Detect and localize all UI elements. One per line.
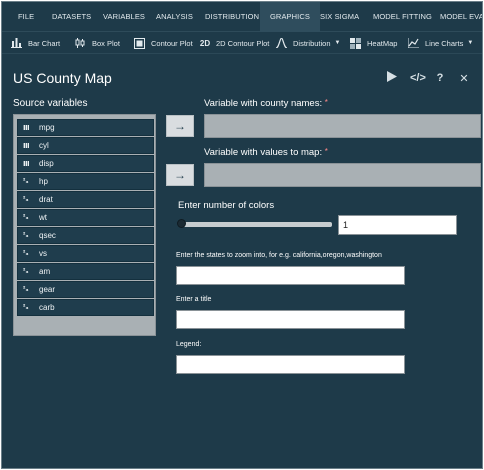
title-input[interactable] xyxy=(176,310,405,329)
bar-chart-label: Bar Chart xyxy=(28,38,61,48)
menu-datasets[interactable]: DATASETS xyxy=(52,2,91,32)
heatmap-label: HeatMap xyxy=(367,38,398,48)
distribution-label: Distribution xyxy=(293,38,331,48)
county-names-target-box[interactable] xyxy=(204,114,481,138)
contour-plot-icon xyxy=(133,37,145,49)
variable-item-gear[interactable]: ²₃ gear xyxy=(17,281,154,298)
menu-distribution[interactable]: DISTRIBUTION xyxy=(205,2,259,32)
2d-contour-plot-button[interactable]: 2D 2D Contour Plot xyxy=(198,32,270,54)
contour-plot-button[interactable]: Contour Plot xyxy=(133,32,193,54)
scale-icon: Ⅲ xyxy=(23,142,30,150)
move-to-values-button[interactable]: → xyxy=(166,164,194,186)
scale-icon: Ⅲ xyxy=(23,124,30,132)
heatmap-icon xyxy=(349,37,361,49)
contour-plot-label: Contour Plot xyxy=(151,38,193,48)
title-label: Enter a title xyxy=(176,296,212,303)
arrow-right-icon: → xyxy=(174,119,186,133)
2d-contour-plot-label: 2D Contour Plot xyxy=(216,38,270,48)
num-colors-label: Enter number of colors xyxy=(178,200,275,211)
num-colors-slider[interactable] xyxy=(179,222,332,227)
line-charts-label: Line Charts xyxy=(425,38,464,48)
menu-graphics[interactable]: GRAPHICS xyxy=(260,2,320,32)
dialog-title: US County Map xyxy=(13,70,112,86)
county-names-label: Variable with county names: * xyxy=(204,98,328,109)
2d-icon: 2D xyxy=(199,38,211,48)
required-marker: * xyxy=(324,98,328,107)
numeric-icon: ²₃ xyxy=(23,286,29,293)
numeric-icon: ²₃ xyxy=(23,178,29,185)
variable-item-wt[interactable]: ²₃ wt xyxy=(17,209,154,226)
line-chart-icon xyxy=(407,37,419,49)
variable-item-am[interactable]: ²₃ am xyxy=(17,263,154,280)
variable-item-qsec[interactable]: ²₃ qsec xyxy=(17,227,154,244)
menu-model-fitting[interactable]: MODEL FITTING xyxy=(373,2,432,32)
variable-item-mpg[interactable]: Ⅲmpg xyxy=(17,119,154,136)
distribution-menu-button[interactable]: Distribution ▼ xyxy=(275,32,340,54)
variable-item-carb[interactable]: ²₃ carb xyxy=(17,299,154,316)
distribution-curve-icon xyxy=(275,37,287,49)
numeric-icon: ²₃ xyxy=(23,250,29,257)
values-to-map-label: Variable with values to map: * xyxy=(204,147,328,158)
box-plot-label: Box Plot xyxy=(92,38,120,48)
menu-model-evaluation[interactable]: MODEL EVALU xyxy=(440,2,482,32)
source-variables-label: Source variables xyxy=(13,98,88,109)
heatmap-button[interactable]: HeatMap xyxy=(349,32,397,54)
menu-six-sigma[interactable]: SIX SIGMA xyxy=(320,2,359,32)
num-colors-slider-handle[interactable] xyxy=(177,219,186,228)
variable-item-cyl[interactable]: Ⅲcyl xyxy=(17,137,154,154)
source-variables-list[interactable]: Ⅲmpg Ⅲcyl Ⅲdisp ²₃ hp ²₃ drat ²₃ wt ²₃ qsec … xyxy=(13,114,156,336)
variable-item-disp[interactable]: Ⅲdisp xyxy=(17,155,154,172)
required-marker: * xyxy=(324,147,328,156)
move-to-county-names-button[interactable]: → xyxy=(166,115,194,137)
app-window: FILE DATASETS VARIABLES ANALYSIS DISTRIB… xyxy=(1,1,483,469)
variable-item-drat[interactable]: ²₃ drat xyxy=(17,191,154,208)
values-to-map-target-box[interactable] xyxy=(204,163,481,187)
close-icon[interactable]: ✕ xyxy=(458,72,470,85)
states-zoom-input[interactable] xyxy=(176,266,405,285)
numeric-icon: ²₃ xyxy=(23,196,29,203)
bar-chart-icon xyxy=(10,37,22,49)
dialog-actions: </> ? ✕ xyxy=(386,71,470,85)
num-colors-input[interactable] xyxy=(338,215,457,235)
menu-file[interactable]: FILE xyxy=(18,2,34,32)
chevron-down-icon: ▼ xyxy=(334,40,341,46)
box-plot-icon xyxy=(74,37,86,49)
chevron-down-icon: ▼ xyxy=(467,40,474,46)
code-icon[interactable]: </> xyxy=(410,72,426,84)
variable-item-vs[interactable]: ²₃ vs xyxy=(17,245,154,262)
numeric-icon: ²₃ xyxy=(23,268,29,275)
help-icon[interactable]: ? xyxy=(434,72,446,84)
numeric-icon: ²₃ xyxy=(23,304,29,311)
menu-variables[interactable]: VARIABLES xyxy=(103,2,145,32)
box-plot-button[interactable]: Box Plot xyxy=(74,32,120,54)
menu-analysis[interactable]: ANALYSIS xyxy=(156,2,193,32)
states-zoom-label: Enter the states to zoom into, for e.g. … xyxy=(176,252,382,259)
numeric-icon: ²₃ xyxy=(23,214,29,221)
scale-icon: Ⅲ xyxy=(23,160,30,168)
legend-input[interactable] xyxy=(176,355,405,374)
menu-bar: FILE DATASETS VARIABLES ANALYSIS DISTRIB… xyxy=(2,2,482,32)
bar-chart-button[interactable]: Bar Chart xyxy=(10,32,60,54)
legend-label: Legend: xyxy=(176,341,202,348)
line-charts-menu-button[interactable]: Line Charts ▼ xyxy=(407,32,473,54)
numeric-icon: ²₃ xyxy=(23,232,29,239)
run-icon[interactable] xyxy=(386,71,398,85)
variable-item-hp[interactable]: ²₃ hp xyxy=(17,173,154,190)
arrow-right-icon: → xyxy=(174,168,186,182)
graphics-toolbar: Bar Chart Box Plot Contour Plot 2D 2D Co… xyxy=(2,32,482,54)
